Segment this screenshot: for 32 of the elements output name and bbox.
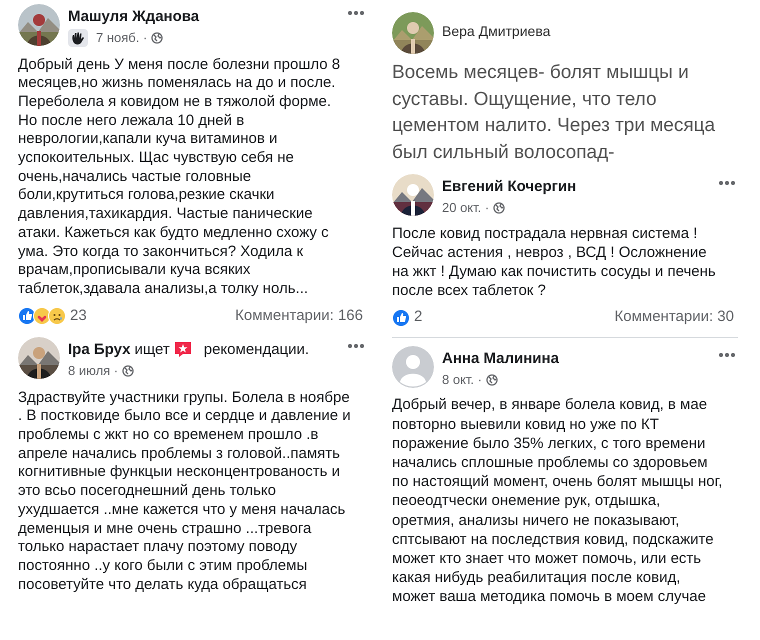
globe-icon	[493, 202, 506, 214]
sad-reaction-icon	[48, 306, 66, 325]
author-name[interactable]: Вера Дмитриева	[442, 22, 550, 41]
activity-text: ищет	[134, 340, 170, 360]
more-options-icon[interactable]	[718, 352, 736, 358]
globe-icon	[151, 32, 164, 44]
post-text: Восемь месяцев- болят мышцы и суставы. Ощущение, что тело цементом налито. Через три месяца был сильный волосопад-	[392, 61, 716, 164]
more-options-icon[interactable]	[347, 10, 365, 16]
comment-count[interactable]: Комментарии: 166	[235, 304, 363, 328]
author-name[interactable]: Машуля Жданова	[68, 7, 200, 26]
like-icon	[392, 308, 410, 327]
more-options-icon[interactable]	[347, 343, 365, 350]
post-date[interactable]: 8 окт. ·	[442, 370, 482, 390]
post-text: После ковид пострадала нервная система ! Сейчас астения , невроз , ВСД ! Осложнение на жкт ! Думаю как почистить сосуды и печень после всех таблеток ?	[392, 224, 717, 300]
post-text: Добрый день У меня после болезни прошло 8 месяцев,но жизнь поменялась на до и после. Переболела я ковидом не в тяжолой форме. Но после него лежала 10 дней в неврологии,капали куча витаминов и успокоительных. Щас чувствую себя не очень,начались частые головные боли,крутиться голова,резкие скачки давления,тахикардия. Частые панические атаки. Кажеться как будто медленно схожу с ума. Это когда то закончиться? Ходила к врачам,прописывали куча всяких таблеток,здавала анализы,а толку ноль...	[18, 56, 342, 299]
star-speech-bubble-icon	[174, 341, 192, 358]
author-name[interactable]: Анна Малинина	[442, 348, 559, 368]
post-text: Добрый вечер, в январе болела ковид, в мае повторно выевили ковид но уже по КТ поражение было 35% легких, с того времени начались сплошные проблемы со здоровьем по настоящий момент, очень болят мышцы ног, пеоеодтчески онемение рук, отдышка, оретмия, анализы ничего не показывают, сптсывают на последствия ковид, подскажите может кто знает что может помочь, или есть какая нибудь реабилитация после ковид, может ваша методика помочь в моем случае	[392, 395, 724, 607]
post-date[interactable]: 20 окт. ·	[442, 198, 490, 218]
post-text: Здраствуйте участники групы. Болела в ноябре . В постковиде было все и сердце и давление и проблемы с жкт но со временем прошло .в апреле начались проблемы з головой..память когнитивные функцыи несконцентрованость и это всьо посегоднешний день только ухудшается ..мне кажется что у меня началась деменцыя и мне очень страшно ...тревога только нарастает плачу поэтому поводу постоянно ..у кого были с этим проблемы посоветуйте что делать куда обращаться	[18, 388, 352, 594]
post-date[interactable]: 7 нояб. ·	[96, 28, 148, 48]
author-name[interactable]: Евгений Кочергин	[442, 177, 576, 196]
comment-count[interactable]: Комментарии: 30	[614, 306, 734, 329]
globe-icon	[486, 374, 498, 386]
reaction-count[interactable]: 23	[70, 304, 87, 328]
more-options-icon[interactable]	[718, 180, 736, 186]
globe-icon	[122, 364, 134, 377]
avatar-icon	[392, 346, 434, 388]
reaction-count[interactable]: 2	[414, 306, 422, 329]
author-name[interactable]: Іра Брух	[68, 340, 130, 360]
activity-text: рекомендации.	[204, 340, 310, 360]
post-date[interactable]: 8 июля ·	[68, 361, 118, 381]
